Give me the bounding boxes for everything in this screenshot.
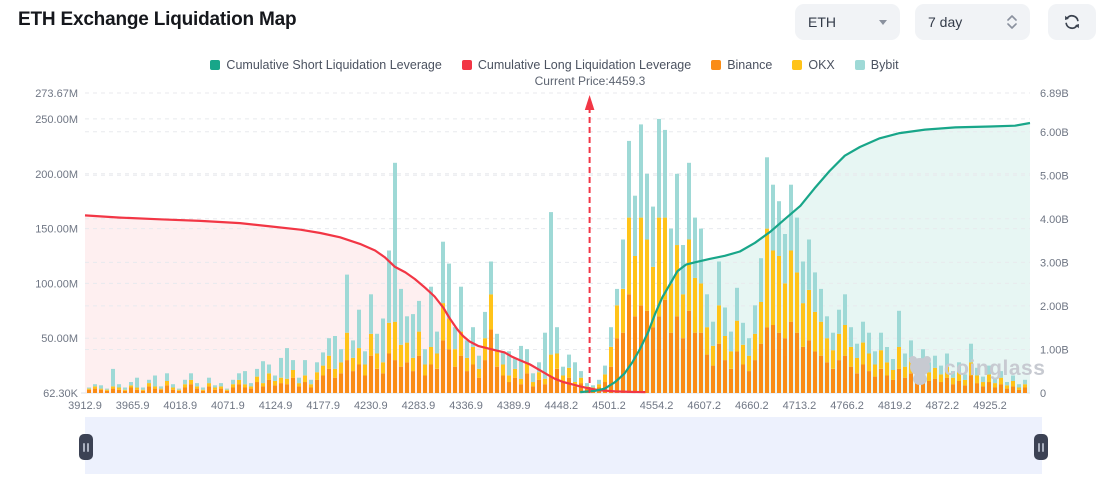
x-axis-tick: 4071.9 [211, 400, 245, 412]
x-axis-tick: 4713.2 [783, 400, 817, 412]
left-axis-tick: 250.00M [35, 114, 78, 126]
right-axis-tick: 3.00B [1040, 257, 1069, 269]
x-axis-tick: 4501.2 [592, 400, 626, 412]
x-axis-tick: 4230.9 [354, 400, 388, 412]
range-handle-right[interactable] [1034, 434, 1048, 460]
right-axis-tick: 6.89B [1040, 88, 1069, 100]
x-axis-tick: 4925.2 [973, 400, 1007, 412]
left-axis-tick: 150.00M [35, 224, 78, 236]
range-scrollbar-track[interactable] [85, 417, 1042, 474]
left-axis-tick: 200.00M [35, 169, 78, 181]
x-axis-tick: 4554.2 [640, 400, 674, 412]
current-price-arrow-icon [585, 95, 595, 110]
right-axis-tick: 2.00B [1040, 301, 1069, 313]
left-axis-tick: 100.00M [35, 278, 78, 290]
left-axis-tick: 62.30K [43, 388, 79, 400]
x-axis-tick: 4177.9 [306, 400, 340, 412]
x-axis-tick: 4872.2 [926, 400, 960, 412]
right-axis-tick: 6.00B [1040, 127, 1069, 139]
x-axis-tick: 4124.9 [259, 400, 293, 412]
x-axis-tick: 3965.9 [116, 400, 150, 412]
range-handle-left[interactable] [79, 434, 93, 460]
left-axis-tick: 273.67M [35, 88, 78, 100]
x-axis-tick: 4283.9 [402, 400, 436, 412]
liquidation-chart[interactable]: 273.67M 250.00M 200.00M 150.00M 100.00M 50.00… [0, 0, 1109, 420]
x-axis-tick: 4018.9 [163, 400, 197, 412]
x-axis-tick: 4660.2 [735, 400, 769, 412]
x-axis-tick: 4607.2 [687, 400, 721, 412]
right-axis-tick: 1.00B [1040, 344, 1069, 356]
x-axis-tick: 4819.2 [878, 400, 912, 412]
x-axis-tick: 4389.9 [497, 400, 531, 412]
right-axis-tick: 0 [1040, 388, 1046, 400]
x-axis-tick: 4766.2 [830, 400, 864, 412]
x-axis-tick: 4336.9 [449, 400, 483, 412]
x-axis-tick: 3912.9 [68, 400, 102, 412]
x-axis-tick: 4448.2 [544, 400, 578, 412]
right-axis-tick: 4.00B [1040, 214, 1069, 226]
left-axis-tick: 50.00M [41, 333, 78, 345]
right-axis-tick: 5.00B [1040, 170, 1069, 182]
